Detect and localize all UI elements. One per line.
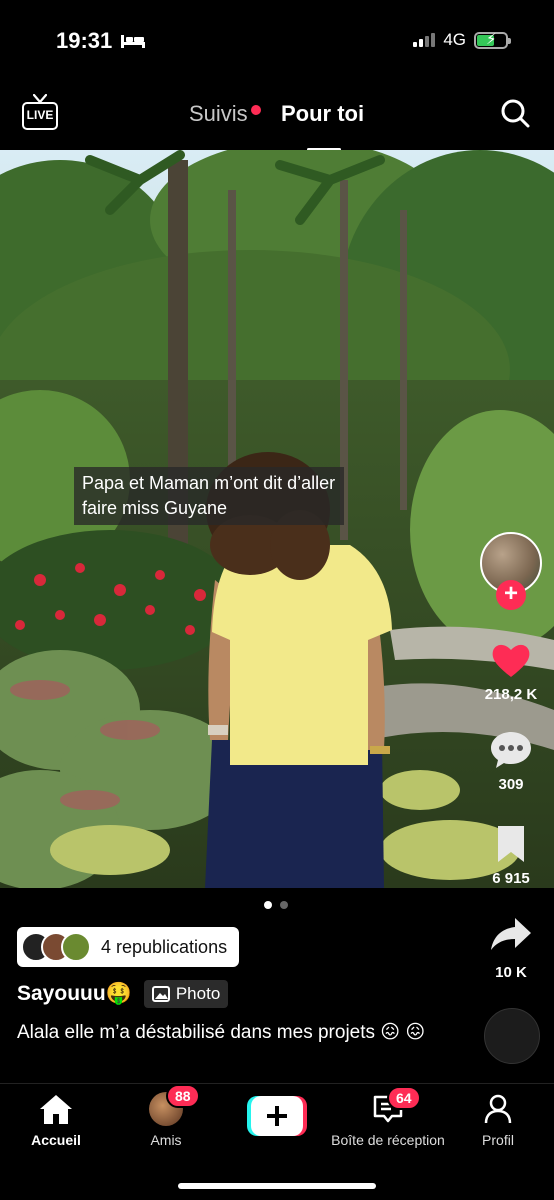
- search-icon[interactable]: [500, 98, 530, 128]
- tab-home-label: Accueil: [31, 1132, 81, 1148]
- home-icon: [40, 1095, 72, 1124]
- network-label: 4G: [443, 30, 466, 49]
- tab-home[interactable]: Accueil: [26, 1092, 86, 1148]
- save-button[interactable]: 6 915: [476, 822, 546, 887]
- tab-friends-label: Amis: [150, 1132, 182, 1148]
- comment-button[interactable]: 309: [476, 728, 546, 793]
- tab-profile-label: Profil: [482, 1132, 514, 1148]
- bookmark-icon: [498, 826, 524, 862]
- live-icon: LIVE: [22, 102, 58, 130]
- tab-for-you[interactable]: Pour toi: [281, 101, 364, 127]
- follow-plus-button[interactable]: +: [496, 580, 526, 610]
- inbox-badge: 64: [387, 1086, 421, 1110]
- music-disc-icon[interactable]: [484, 1008, 540, 1064]
- caption-overlay: Papa et Maman m’ont dit d’aller faire mi…: [74, 467, 344, 525]
- clock-text: 19:31: [56, 28, 113, 53]
- post-description: Alala elle m’a déstabilisé dans mes proj…: [17, 1022, 426, 1043]
- tab-inbox-label: Boîte de réception: [331, 1132, 445, 1148]
- image-icon: [151, 986, 170, 1002]
- slide-indicator: [264, 901, 288, 909]
- sleep-bed-icon: [121, 35, 146, 48]
- battery-icon: ⚡: [474, 31, 511, 49]
- tab-profile[interactable]: Profil: [470, 1092, 526, 1148]
- status-indicators: 4G ⚡: [413, 30, 511, 50]
- republisher-avatars: [21, 932, 91, 962]
- share-arrow-icon: [491, 918, 531, 950]
- status-time: 19:31: [56, 28, 146, 54]
- post-photo[interactable]: Papa et Maman m’ont dit d’aller faire mi…: [0, 150, 554, 888]
- plus-icon: [247, 1096, 307, 1136]
- profile-icon: [484, 1094, 512, 1124]
- like-button[interactable]: 218,2 K: [476, 638, 546, 703]
- slide-dot-active: [264, 901, 272, 909]
- share-button[interactable]: 10 K: [476, 912, 546, 981]
- republications-label: 4 republications: [101, 936, 228, 957]
- slide-dot: [280, 901, 288, 909]
- live-button[interactable]: LIVE: [22, 94, 58, 130]
- save-count: 6 915: [492, 870, 530, 887]
- like-count: 218,2 K: [484, 686, 538, 703]
- comment-count: 309: [498, 776, 524, 793]
- status-bar: 19:31 4G ⚡: [0, 0, 554, 80]
- heart-icon: [492, 644, 530, 677]
- tab-following[interactable]: Suivis: [189, 101, 248, 127]
- following-notification-dot: [251, 105, 261, 115]
- signal-icon: [413, 33, 436, 47]
- post-author: Sayouuu🤑 Photo: [17, 980, 229, 1008]
- friends-badge: 88: [166, 1084, 200, 1108]
- republications-chip[interactable]: 4 republications: [17, 927, 240, 967]
- avatar: [61, 932, 91, 962]
- photo-type-tag: Photo: [143, 980, 229, 1008]
- comment-icon: [491, 732, 531, 768]
- create-button[interactable]: [247, 1096, 307, 1136]
- top-navigation: LIVE Suivis Pour toi: [0, 90, 554, 151]
- share-count: 10 K: [495, 964, 527, 981]
- username[interactable]: Sayouuu🤑: [17, 982, 132, 1006]
- home-indicator: [178, 1183, 376, 1189]
